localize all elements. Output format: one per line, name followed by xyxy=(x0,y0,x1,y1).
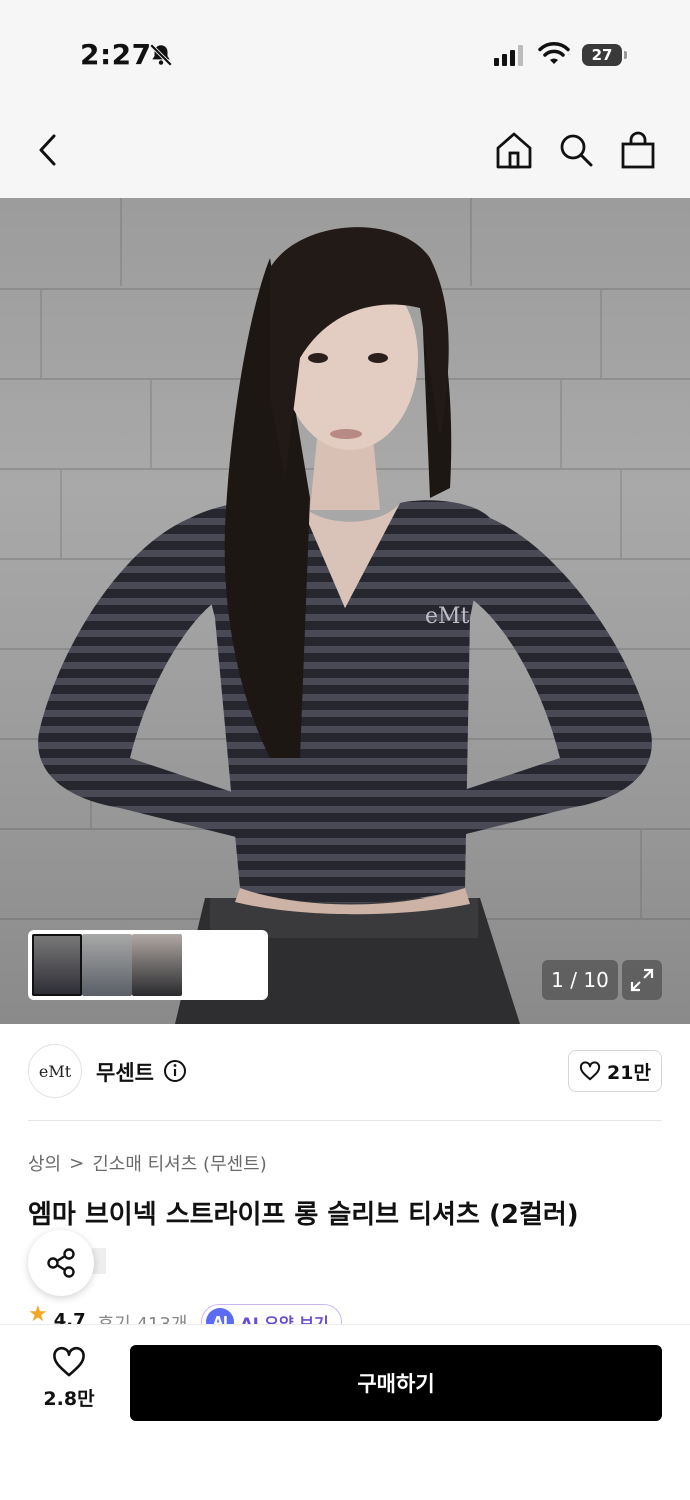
cellular-signal-icon xyxy=(494,44,523,66)
brand-like-button[interactable]: 21만 xyxy=(568,1050,662,1092)
status-time: 2:27 xyxy=(80,38,152,71)
wishlist-button[interactable]: 2.8만 xyxy=(34,1346,104,1411)
breadcrumb-category[interactable]: 상의 xyxy=(28,1150,61,1176)
battery-level: 27 xyxy=(591,46,613,64)
breadcrumb-separator: > xyxy=(69,1152,85,1174)
thumbnail-1[interactable] xyxy=(32,934,82,996)
bell-slash-icon xyxy=(149,43,173,67)
brand-like-count: 21만 xyxy=(607,1061,651,1084)
ai-badge-icon: AI xyxy=(206,1308,235,1324)
share-button[interactable] xyxy=(28,1230,94,1296)
brand-logo[interactable]: eMt xyxy=(28,1044,82,1098)
shopping-bag-icon[interactable] xyxy=(618,130,658,170)
back-chevron-icon[interactable] xyxy=(28,130,68,170)
rating-row: ★ 4.7 후기 413개 AI AI 요약 보기 xyxy=(28,1304,342,1324)
buy-button[interactable]: 구매하기 xyxy=(130,1345,662,1421)
ai-summary-label: AI 요약 보기 xyxy=(240,1314,329,1324)
info-icon[interactable] xyxy=(163,1059,187,1083)
expand-icon[interactable] xyxy=(622,960,662,1000)
product-title: 엠마 브이넥 스트라이프 롱 슬리브 티셔츠 (2컬러) xyxy=(28,1200,579,1230)
home-icon[interactable] xyxy=(494,130,534,170)
heart-icon xyxy=(53,1346,85,1377)
star-icon: ★ xyxy=(28,1304,48,1324)
divider xyxy=(28,1120,662,1121)
battery-icon: 27 xyxy=(582,44,622,66)
wifi-icon xyxy=(538,42,570,64)
status-bar: 2:27 27 xyxy=(0,0,690,100)
breadcrumb-subcategory[interactable]: 긴소매 티셔츠 (무센트) xyxy=(92,1150,267,1176)
wishlist-count: 2.8만 xyxy=(43,1388,95,1410)
product-image-gallery[interactable]: eMt 1 / 10 xyxy=(0,198,690,1024)
ai-summary-button[interactable]: AI AI 요약 보기 xyxy=(201,1304,342,1324)
model-photo: eMt xyxy=(38,227,652,1024)
brand-name[interactable]: 무센트 xyxy=(96,1057,154,1087)
share-icon xyxy=(47,1248,75,1278)
battery-tip xyxy=(624,51,627,59)
review-count[interactable]: 후기 413개 xyxy=(98,1310,188,1324)
top-nav-bar xyxy=(0,100,690,198)
hidden-tag xyxy=(92,1248,106,1274)
heart-icon xyxy=(579,1061,601,1081)
image-counter: 1 / 10 xyxy=(542,960,618,1000)
thumbnail-2[interactable] xyxy=(82,934,132,996)
thumbnail-strip xyxy=(28,930,268,1000)
svg-text:eMt: eMt xyxy=(425,604,470,629)
search-icon[interactable] xyxy=(556,130,596,170)
rating-value: 4.7 xyxy=(53,1310,86,1324)
thumbnail-3[interactable] xyxy=(132,934,182,996)
breadcrumb: 상의 > 긴소매 티셔츠 (무센트) xyxy=(28,1150,267,1176)
